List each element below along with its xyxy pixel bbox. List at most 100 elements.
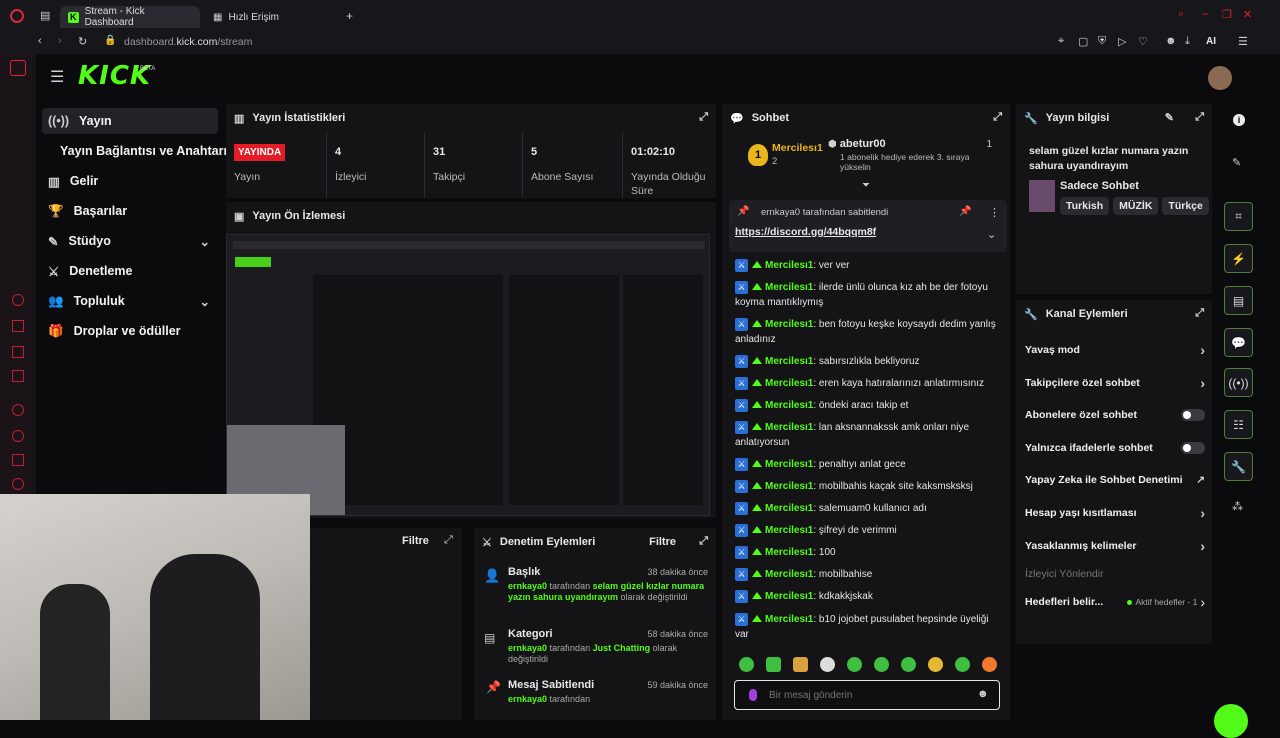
filter-button[interactable]: Filtre xyxy=(649,536,676,548)
hamburger-icon[interactable]: ☰ xyxy=(50,67,64,87)
history-icon[interactable] xyxy=(12,430,24,442)
reload-icon[interactable]: ↻ xyxy=(78,35,87,48)
tool-button-broadcast[interactable]: ((•)) xyxy=(1224,368,1253,397)
chevron-down-icon[interactable]: ⌄ xyxy=(987,228,996,241)
more-icon[interactable]: ⋮ xyxy=(989,206,1000,219)
expand-icon[interactable]: ⤢ xyxy=(1195,111,1204,124)
emote-icon[interactable] xyxy=(766,657,781,672)
chat-username[interactable]: Mercilesı1 xyxy=(765,260,813,271)
box-icon[interactable] xyxy=(12,346,24,358)
mod-actor[interactable]: ernkaya0 xyxy=(508,694,547,704)
expand-icon[interactable]: ⤢ xyxy=(993,111,1002,124)
emote-icon[interactable] xyxy=(847,657,862,672)
nav-item-achievements[interactable]: 🏆 Başarılar xyxy=(42,198,218,224)
new-tab-icon[interactable]: + xyxy=(346,9,353,23)
ai-button[interactable]: AI xyxy=(1206,36,1216,47)
chat-username[interactable]: Mercilesı1 xyxy=(765,319,813,330)
search-icon[interactable]: ⌕ xyxy=(1178,8,1184,21)
nav-item-studio[interactable]: ✎ Stüdyo ⌄ xyxy=(42,228,218,254)
edit-icon[interactable]: ✎ xyxy=(1165,111,1174,124)
download-icon[interactable]: ⤓ xyxy=(1185,35,1190,48)
nav-item-revenue[interactable]: ▥ Gelir xyxy=(42,168,218,194)
chat-username[interactable]: Mercilesı1 xyxy=(765,525,813,536)
filter-button[interactable]: Filtre xyxy=(402,535,429,547)
info-icon[interactable]: i xyxy=(1233,114,1245,126)
emote-icon[interactable] xyxy=(901,657,916,672)
mod-actor[interactable]: ernkaya0 xyxy=(508,643,547,653)
targets-row[interactable]: Hedefleri belir... Aktif hedefler - 1 › xyxy=(1025,592,1205,612)
subscribers-only-toggle[interactable] xyxy=(1181,409,1205,421)
emote-icon[interactable] xyxy=(820,657,835,672)
chat-input[interactable] xyxy=(769,686,969,704)
tag[interactable]: Turkish xyxy=(1060,197,1110,215)
tag[interactable]: MÜZİK xyxy=(1113,197,1159,215)
tool-button-chat[interactable]: 💬 xyxy=(1224,328,1253,357)
tab-quick-access[interactable]: ▦ Hızlı Erişim xyxy=(205,6,325,28)
settings-icon[interactable] xyxy=(12,478,24,490)
emoji-icon[interactable]: ☻ xyxy=(977,688,989,700)
chat-username[interactable]: Mercilesı1 xyxy=(765,503,813,514)
tool-button-scene[interactable]: ⌗ xyxy=(1224,202,1253,231)
menu-icon[interactable]: ☰ xyxy=(1238,35,1248,48)
pinned-link[interactable]: https://discord.gg/44bqqm8f xyxy=(735,226,876,238)
emote-icon[interactable] xyxy=(928,657,943,672)
tab-kick-dashboard[interactable]: K Stream - Kick Dashboard xyxy=(60,6,200,28)
ai-moderation-row[interactable]: Yapay Zeka ile Sohbet Denetimi ↗ xyxy=(1025,470,1205,490)
nav-item-stream-key[interactable]: Yayın Bağlantısı ve Anahtarı xyxy=(54,138,230,164)
pencil-icon[interactable]: ✎ xyxy=(1232,156,1241,169)
category-name[interactable]: Sadece Sohbet xyxy=(1060,180,1139,192)
banned-words-row[interactable]: Yasaklanmış kelimeler › xyxy=(1025,536,1205,556)
speed-dial-icon[interactable] xyxy=(12,294,24,306)
expand-icon[interactable]: ⤢ xyxy=(1195,307,1204,320)
tag[interactable]: Türkçe xyxy=(1162,197,1209,215)
unpin-icon[interactable]: 📌 xyxy=(959,206,971,217)
music-icon[interactable] xyxy=(12,404,24,416)
chat-username[interactable]: Mercilesı1 xyxy=(765,459,813,470)
opera-logo-icon[interactable] xyxy=(10,9,24,23)
bag-icon[interactable] xyxy=(12,320,24,332)
minimize-icon[interactable]: – xyxy=(1202,8,1208,20)
expand-icon[interactable]: ⤢ xyxy=(444,534,453,547)
slow-mode-row[interactable]: Yavaş mod › xyxy=(1025,340,1205,360)
forward-icon[interactable]: › xyxy=(58,35,62,47)
play-icon[interactable]: ▷ xyxy=(1118,35,1126,48)
help-fab[interactable] xyxy=(1214,704,1248,738)
close-icon[interactable]: ✕ xyxy=(1243,8,1252,21)
account-age-row[interactable]: Hesap yaşı kısıtlaması › xyxy=(1025,503,1205,523)
expand-icon[interactable]: ⤢ xyxy=(699,535,708,548)
nav-item-drops[interactable]: 🎁 Droplar ve ödüller xyxy=(42,318,218,344)
emote-icon[interactable] xyxy=(955,657,970,672)
chat-username[interactable]: Mercilesı1 xyxy=(765,569,813,580)
tool-button-flash[interactable]: ⚡ xyxy=(1224,244,1253,273)
nav-item-stream[interactable]: ((•)) Yayın xyxy=(42,108,218,134)
emote-icon[interactable] xyxy=(982,657,997,672)
emote-icon[interactable] xyxy=(793,657,808,672)
snapshot-icon[interactable]: ⌖ xyxy=(1058,35,1064,48)
tab-manager-icon[interactable]: ▤ xyxy=(40,9,50,22)
mail-icon[interactable] xyxy=(12,370,24,382)
shield-icon[interactable]: ⛨ xyxy=(1098,35,1106,48)
nav-item-community[interactable]: 👥 Topluluk ⌄ xyxy=(42,288,218,314)
chat-username[interactable]: Mercilesı1 xyxy=(765,356,813,367)
gift-leader-card[interactable]: ⬢ abetur00 1 1 abonelik hediye ederek 3.… xyxy=(828,138,998,172)
stream-preview-video[interactable] xyxy=(226,234,710,516)
tool-button-notes[interactable]: ▤ xyxy=(1224,286,1253,315)
chat-username[interactable]: Mercilesı1 xyxy=(765,614,813,625)
chat-username[interactable]: Mercilesı1 xyxy=(765,400,813,411)
maximize-icon[interactable]: ❐ xyxy=(1222,8,1232,21)
mod-actor[interactable]: ernkaya0 xyxy=(508,581,547,591)
crop-icon[interactable]: ▢ xyxy=(1078,35,1088,48)
chat-username[interactable]: Mercilesı1 xyxy=(765,591,813,602)
home-icon[interactable] xyxy=(10,60,26,76)
expand-icon[interactable]: ⤢ xyxy=(699,111,708,124)
share-icon[interactable]: ⁂ xyxy=(1232,500,1243,513)
account-icon[interactable]: ☻ xyxy=(1165,35,1177,47)
url-field[interactable]: dashboard.kick.com/stream xyxy=(124,36,252,48)
emote-icon[interactable] xyxy=(874,657,889,672)
chat-username[interactable]: Mercilesı1 xyxy=(765,481,813,492)
nav-item-moderation[interactable]: ⚔ Denetleme xyxy=(42,258,218,284)
emotes-only-toggle[interactable] xyxy=(1181,442,1205,454)
chevron-down-icon[interactable]: ⏷ xyxy=(862,180,870,191)
avatar[interactable] xyxy=(1208,66,1232,90)
chat-username[interactable]: Mercilesı1 xyxy=(765,282,813,293)
